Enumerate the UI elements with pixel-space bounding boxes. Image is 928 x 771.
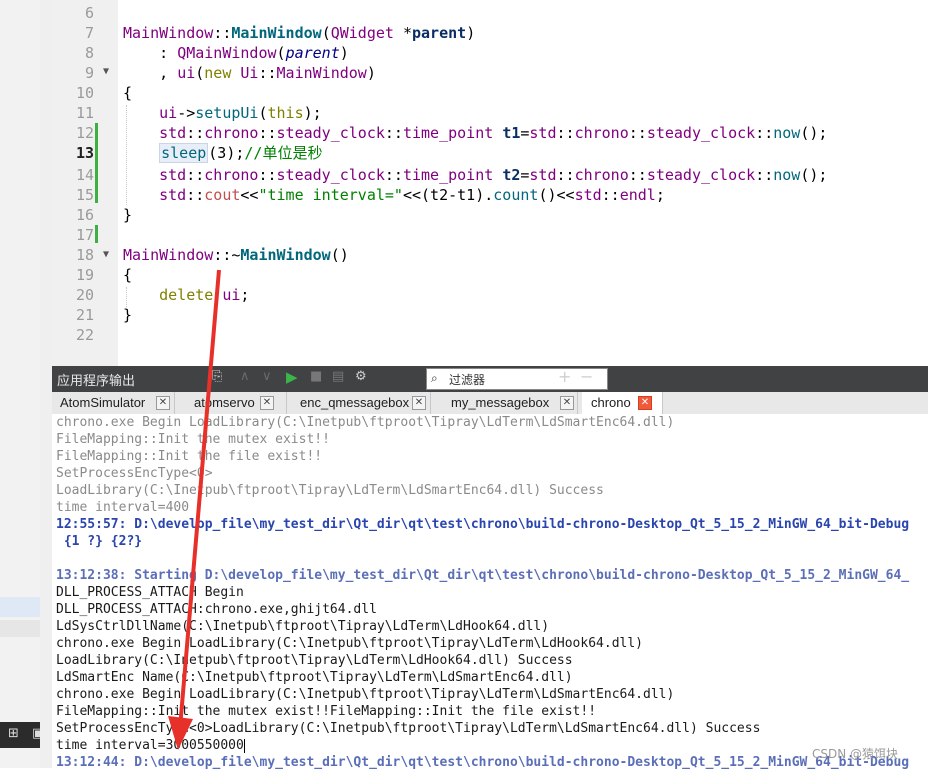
output-line: chrono.exe Begin LoadLibrary(C:\Inetpub\… <box>56 687 675 702</box>
code-line-12: std::chrono::steady_clock::time_point t1… <box>159 124 828 142</box>
output-line: time interval=3000550000 <box>56 738 245 753</box>
code-line-21: } <box>123 306 133 324</box>
line-number: 9 <box>84 64 94 82</box>
tab-atomservo[interactable]: atomservo ✕ <box>184 392 287 414</box>
left-sidebar: ⊞ ▣ <box>0 0 50 768</box>
line-number: 6 <box>84 4 94 22</box>
diff-marker <box>95 123 98 203</box>
code-editor[interactable]: ▼ ▼ 6 7 8 9 10 11 12 13 14 15 16 17 18 19 20 21 22 MainW… <box>52 0 928 366</box>
splitter[interactable] <box>40 0 52 768</box>
code-line-10: { <box>123 84 133 102</box>
output-line: FileMapping::Init the mutex exist!!FileM… <box>56 704 597 719</box>
line-number: 18 <box>75 246 94 264</box>
output-line: 12:55:57: D:\develop_file\my_test_dir\Qt… <box>56 517 910 532</box>
application-output[interactable]: chrono.exe Begin LoadLibrary(C:\Inetpub\… <box>52 414 928 770</box>
line-number: 20 <box>75 286 94 304</box>
output-line: chrono.exe Begin LoadLibrary(C:\Inetpub\… <box>56 415 675 430</box>
diff-marker <box>95 225 98 243</box>
output-line: SetProcessEncType<0> <box>56 466 213 481</box>
code-line-16: } <box>123 206 133 224</box>
code-line-8: : QMainWindow(parent) <box>123 44 349 62</box>
minimize-icon[interactable]: − <box>580 367 593 386</box>
text-caret <box>243 738 245 753</box>
close-icon[interactable]: ✕ <box>560 396 574 410</box>
output-line: DLL_PROCESS_ATTACH:chrono.exe,ghijt64.dl… <box>56 602 377 617</box>
tab-my-messagebox[interactable]: my_messagebox ✕ <box>443 392 578 414</box>
code-line-18: MainWindow::~MainWindow() <box>123 246 349 264</box>
sidebar-selected-row[interactable] <box>0 597 40 617</box>
output-line: SetProcessEncType<0>LoadLibrary(C:\Inetp… <box>56 721 761 736</box>
add-icon[interactable]: + <box>558 367 571 386</box>
code-line-7: MainWindow::MainWindow(QWidget *parent) <box>123 24 476 42</box>
output-line: LdSmartEnc Name(C:\Inetpub\ftproot\Tipra… <box>56 670 573 685</box>
run-icon[interactable]: ▶ <box>286 368 298 386</box>
filter-placeholder: 过滤器 <box>449 373 486 387</box>
output-line: time interval=400 <box>56 500 190 515</box>
prev-icon[interactable]: ∧ <box>240 369 250 384</box>
sidebar-row[interactable] <box>0 620 40 637</box>
search-icon: ⌕ <box>431 371 438 385</box>
tab-enc-qmessagebox[interactable]: enc_qmessagebox ✕ <box>292 392 431 414</box>
output-line: 13:12:38: Starting D:\develop_file\my_te… <box>56 568 910 583</box>
line-number: 22 <box>75 326 94 344</box>
code-line-15: std::cout<<"time interval="<<(t2-t1).cou… <box>159 186 665 204</box>
clear-icon[interactable]: ▤ <box>332 369 344 384</box>
output-line: LoadLibrary(C:\Inetpub\ftproot\Tipray\Ld… <box>56 483 604 498</box>
code-line-20: delete ui; <box>159 286 250 304</box>
next-icon[interactable]: ∨ <box>262 369 272 384</box>
close-icon[interactable]: ✕ <box>156 396 170 410</box>
gear-icon[interactable]: ⚙ <box>355 369 367 384</box>
output-line: LdSysCtrlDllName(C:\Inetpub\ftproot\Tipr… <box>56 619 550 634</box>
output-line: chrono.exe Begin LoadLibrary(C:\Inetpub\… <box>56 636 643 651</box>
split-icon[interactable]: ⊞ <box>8 726 19 741</box>
code-line-9: , ui(new Ui::MainWindow) <box>123 64 376 82</box>
output-line: {1 ?} {2?} <box>56 534 143 549</box>
close-icon[interactable]: ✕ <box>260 396 274 410</box>
output-line: FileMapping::Init the file exist!! <box>56 449 323 464</box>
line-number: 16 <box>75 206 94 224</box>
output-line: LoadLibrary(C:\Inetpub\ftproot\Tipray\Ld… <box>56 653 573 668</box>
line-number: 17 <box>75 226 94 244</box>
output-line: DLL_PROCESS_ATTACH Begin <box>56 585 244 600</box>
code-line-14: std::chrono::steady_clock::time_point t2… <box>159 166 828 184</box>
tab-atomsimulator[interactable]: AtomSimulator ✕ <box>52 392 175 414</box>
line-number: 8 <box>84 44 94 62</box>
code-line-11: ui->setupUi(this); <box>159 104 322 122</box>
line-number: 21 <box>75 306 94 324</box>
line-number: 11 <box>75 104 94 122</box>
line-number: 19 <box>75 266 94 284</box>
panel-title: 应用程序输出 <box>57 373 136 388</box>
output-panel-toolbar: 应用程序输出 ⎘ ∧ ∨ ▶ ■ ▤ ⚙ ⌕ 过滤器 + − <box>52 366 928 392</box>
fold-arrow-icon[interactable]: ▼ <box>103 62 109 82</box>
line-number: 15 <box>75 186 94 204</box>
stop-icon[interactable]: ■ <box>310 369 322 384</box>
output-tabs: AtomSimulator ✕ atomservo ✕ enc_qmessage… <box>52 392 928 415</box>
output-line: FileMapping::Init the mutex exist!! <box>56 432 330 447</box>
line-number: 13 <box>75 144 94 162</box>
tab-chrono[interactable]: chrono ✕ <box>582 392 663 414</box>
close-icon[interactable]: ✕ <box>412 396 426 410</box>
line-number: 7 <box>84 24 94 42</box>
line-number: 12 <box>75 124 94 142</box>
attach-icon[interactable]: ⎘ <box>212 369 222 384</box>
line-number: 10 <box>75 84 94 102</box>
watermark: CSDN @猿饵块 <box>812 747 899 761</box>
output-line: 13:12:44: D:\develop_file\my_test_dir\Qt… <box>56 755 910 770</box>
fold-arrow-icon[interactable]: ▼ <box>103 245 109 265</box>
line-number: 14 <box>75 166 94 184</box>
code-line-13: sleep (3);//单位是秒 <box>159 143 323 163</box>
close-icon[interactable]: ✕ <box>638 396 652 410</box>
code-line-19: { <box>123 266 133 284</box>
